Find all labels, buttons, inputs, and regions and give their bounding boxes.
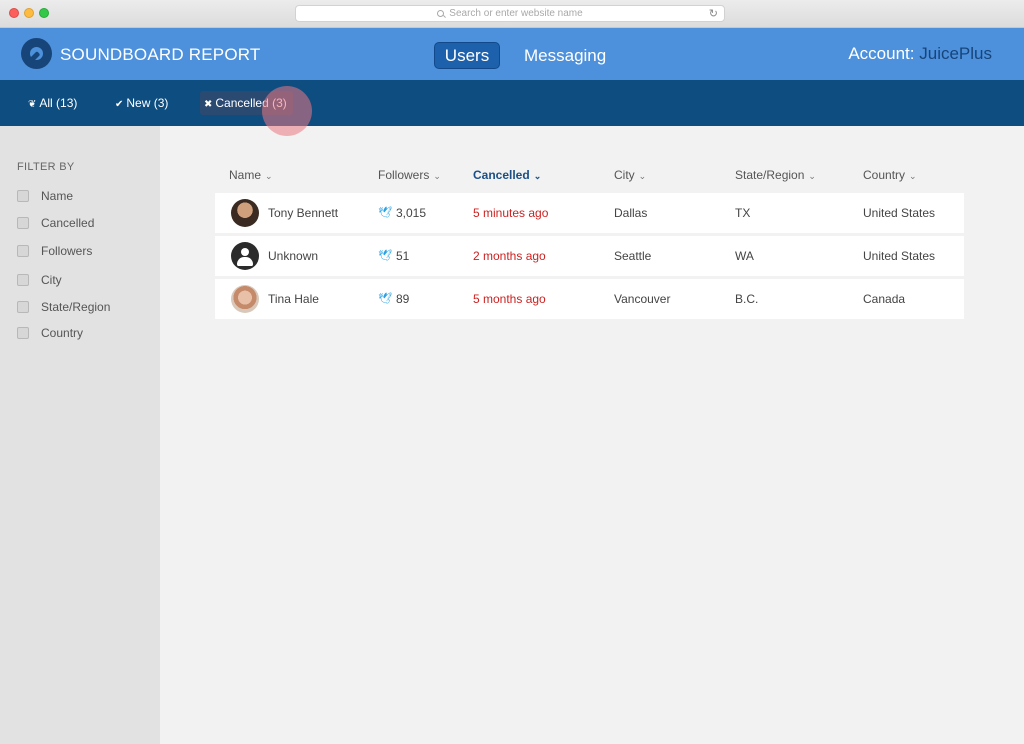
filter-checkbox-name[interactable]: Name <box>17 188 73 204</box>
chevron-down-icon: ⌄ <box>808 171 816 181</box>
filter-sidebar: FILTER BY Name Cancelled Followers City … <box>0 126 160 744</box>
nav-messaging-link[interactable]: Messaging <box>524 46 606 66</box>
column-header-followers[interactable]: Followers ⌄ <box>378 168 441 182</box>
user-silhouette-icon <box>241 248 249 256</box>
address-placeholder: Search or enter website name <box>449 8 583 19</box>
browser-toolbar: Search or enter website name ↻ <box>0 0 1024 28</box>
chevron-down-icon: ⌄ <box>909 171 917 181</box>
logo-icon[interactable] <box>21 38 52 69</box>
zoom-window-button[interactable] <box>39 8 49 18</box>
filter-label: Cancelled <box>41 216 95 230</box>
filter-tab-all[interactable]: ❦ All (13) <box>28 96 77 110</box>
twitter-icon: 🕊 <box>378 250 392 262</box>
filter-label: Name <box>41 189 74 203</box>
country: Canada <box>863 292 906 306</box>
filter-checkbox-state-region[interactable]: State/Region <box>17 299 110 315</box>
filter-tab-new-label: New (3) <box>126 96 169 110</box>
state-region: WA <box>735 249 754 263</box>
column-header-label: State/Region <box>735 168 805 182</box>
filter-checkbox-country[interactable]: Country <box>17 325 83 341</box>
address-bar[interactable]: Search or enter website name ↻ <box>295 5 725 22</box>
chevron-down-icon: ⌄ <box>433 171 441 181</box>
followers-value: 3,015 <box>395 206 426 220</box>
search-icon <box>437 10 445 17</box>
filter-tab-new[interactable]: ✔ New (3) <box>115 96 168 110</box>
chevron-down-icon: ⌄ <box>265 171 273 181</box>
filter-checkbox-cancelled[interactable]: Cancelled <box>17 215 94 231</box>
filter-label: Followers <box>41 244 93 258</box>
chevron-down-icon: ⌄ <box>638 171 647 181</box>
user-name[interactable]: Tony Bennett <box>268 193 338 233</box>
table-row[interactable]: Tony Bennett 🕊 3,015 5 minutes ago Dallas… <box>215 193 964 233</box>
twitter-icon: 🕊 <box>378 293 392 305</box>
close-window-button[interactable] <box>9 8 19 18</box>
city: Vancouver <box>614 292 671 306</box>
user-name[interactable]: Unknown <box>268 236 318 276</box>
followers-count: 🕊 89 <box>378 279 409 319</box>
column-header-state-region[interactable]: State/Region ⌄ <box>735 168 816 182</box>
column-header-city[interactable]: City ⌄ <box>614 168 646 182</box>
column-header-label: Followers <box>378 168 430 182</box>
filter-checkbox-followers[interactable]: Followers <box>17 243 92 259</box>
city: Dallas <box>614 206 648 220</box>
chevron-down-icon: ⌄ <box>533 171 542 181</box>
column-header-cancelled[interactable]: Cancelled ⌄ <box>473 168 541 182</box>
cancelled-time: 5 months ago <box>473 292 546 306</box>
twitter-icon: 🕊 <box>378 207 392 219</box>
checkbox[interactable] <box>17 190 29 202</box>
cancelled-time: 5 minutes ago <box>473 206 549 220</box>
account-name: JuicePlus <box>919 44 992 63</box>
state-region: B.C. <box>735 292 759 306</box>
avatar <box>231 242 259 270</box>
checkbox[interactable] <box>17 327 29 339</box>
followers-value: 89 <box>395 292 410 306</box>
checkbox[interactable] <box>17 301 29 313</box>
click-indicator <box>262 86 312 136</box>
close-icon: ✖ <box>204 99 213 110</box>
avatar <box>231 199 259 227</box>
filter-tab-all-label: All (13) <box>39 96 78 110</box>
avatar <box>231 285 259 313</box>
table-row[interactable]: Tina Hale 🕊 89 5 months ago Vancouver B.C… <box>215 279 964 319</box>
country: United States <box>863 206 936 220</box>
all-users-icon: ❦ <box>28 99 37 110</box>
state-region: TX <box>735 206 751 220</box>
account-indicator[interactable]: Account: JuicePlus <box>848 44 992 64</box>
checkbox[interactable] <box>17 217 29 229</box>
account-label: Account: <box>848 44 915 63</box>
column-header-name[interactable]: Name ⌄ <box>229 168 273 182</box>
checkbox[interactable] <box>17 245 29 257</box>
reload-icon[interactable]: ↻ <box>709 7 718 20</box>
followers-count: 🕊 3,015 <box>378 193 426 233</box>
filter-by-heading: FILTER BY <box>17 161 75 173</box>
city: Seattle <box>614 249 652 263</box>
followers-count: 🕊 51 <box>378 236 409 276</box>
user-name[interactable]: Tina Hale <box>268 279 319 319</box>
filter-label: Country <box>41 326 84 340</box>
table-row[interactable]: Unknown 🕊 51 2 months ago Seattle WA Unit… <box>215 236 964 276</box>
followers-value: 51 <box>395 249 410 263</box>
check-icon: ✔ <box>115 99 124 110</box>
column-header-label: Name <box>229 168 262 182</box>
status-filter-bar: ❦ All (13) ✔ New (3) ✖ Cancelled (3) <box>0 80 1024 126</box>
minimize-window-button[interactable] <box>24 8 34 18</box>
column-header-label: Cancelled <box>473 168 530 182</box>
checkbox[interactable] <box>17 274 29 286</box>
filter-label: City <box>41 273 62 287</box>
app-header: SOUNDBOARD REPORT Users Messaging Accoun… <box>0 28 1024 80</box>
nav-users-button[interactable]: Users <box>434 42 500 69</box>
column-header-label: Country <box>863 168 906 182</box>
column-header-label: City <box>614 168 635 182</box>
country: United States <box>863 249 936 263</box>
cancelled-time: 2 months ago <box>473 249 546 263</box>
filter-checkbox-city[interactable]: City <box>17 272 62 288</box>
column-header-country[interactable]: Country ⌄ <box>863 168 917 182</box>
brand-title[interactable]: SOUNDBOARD REPORT <box>60 45 261 65</box>
user-silhouette-body <box>237 257 253 266</box>
filter-label: State/Region <box>41 300 111 314</box>
